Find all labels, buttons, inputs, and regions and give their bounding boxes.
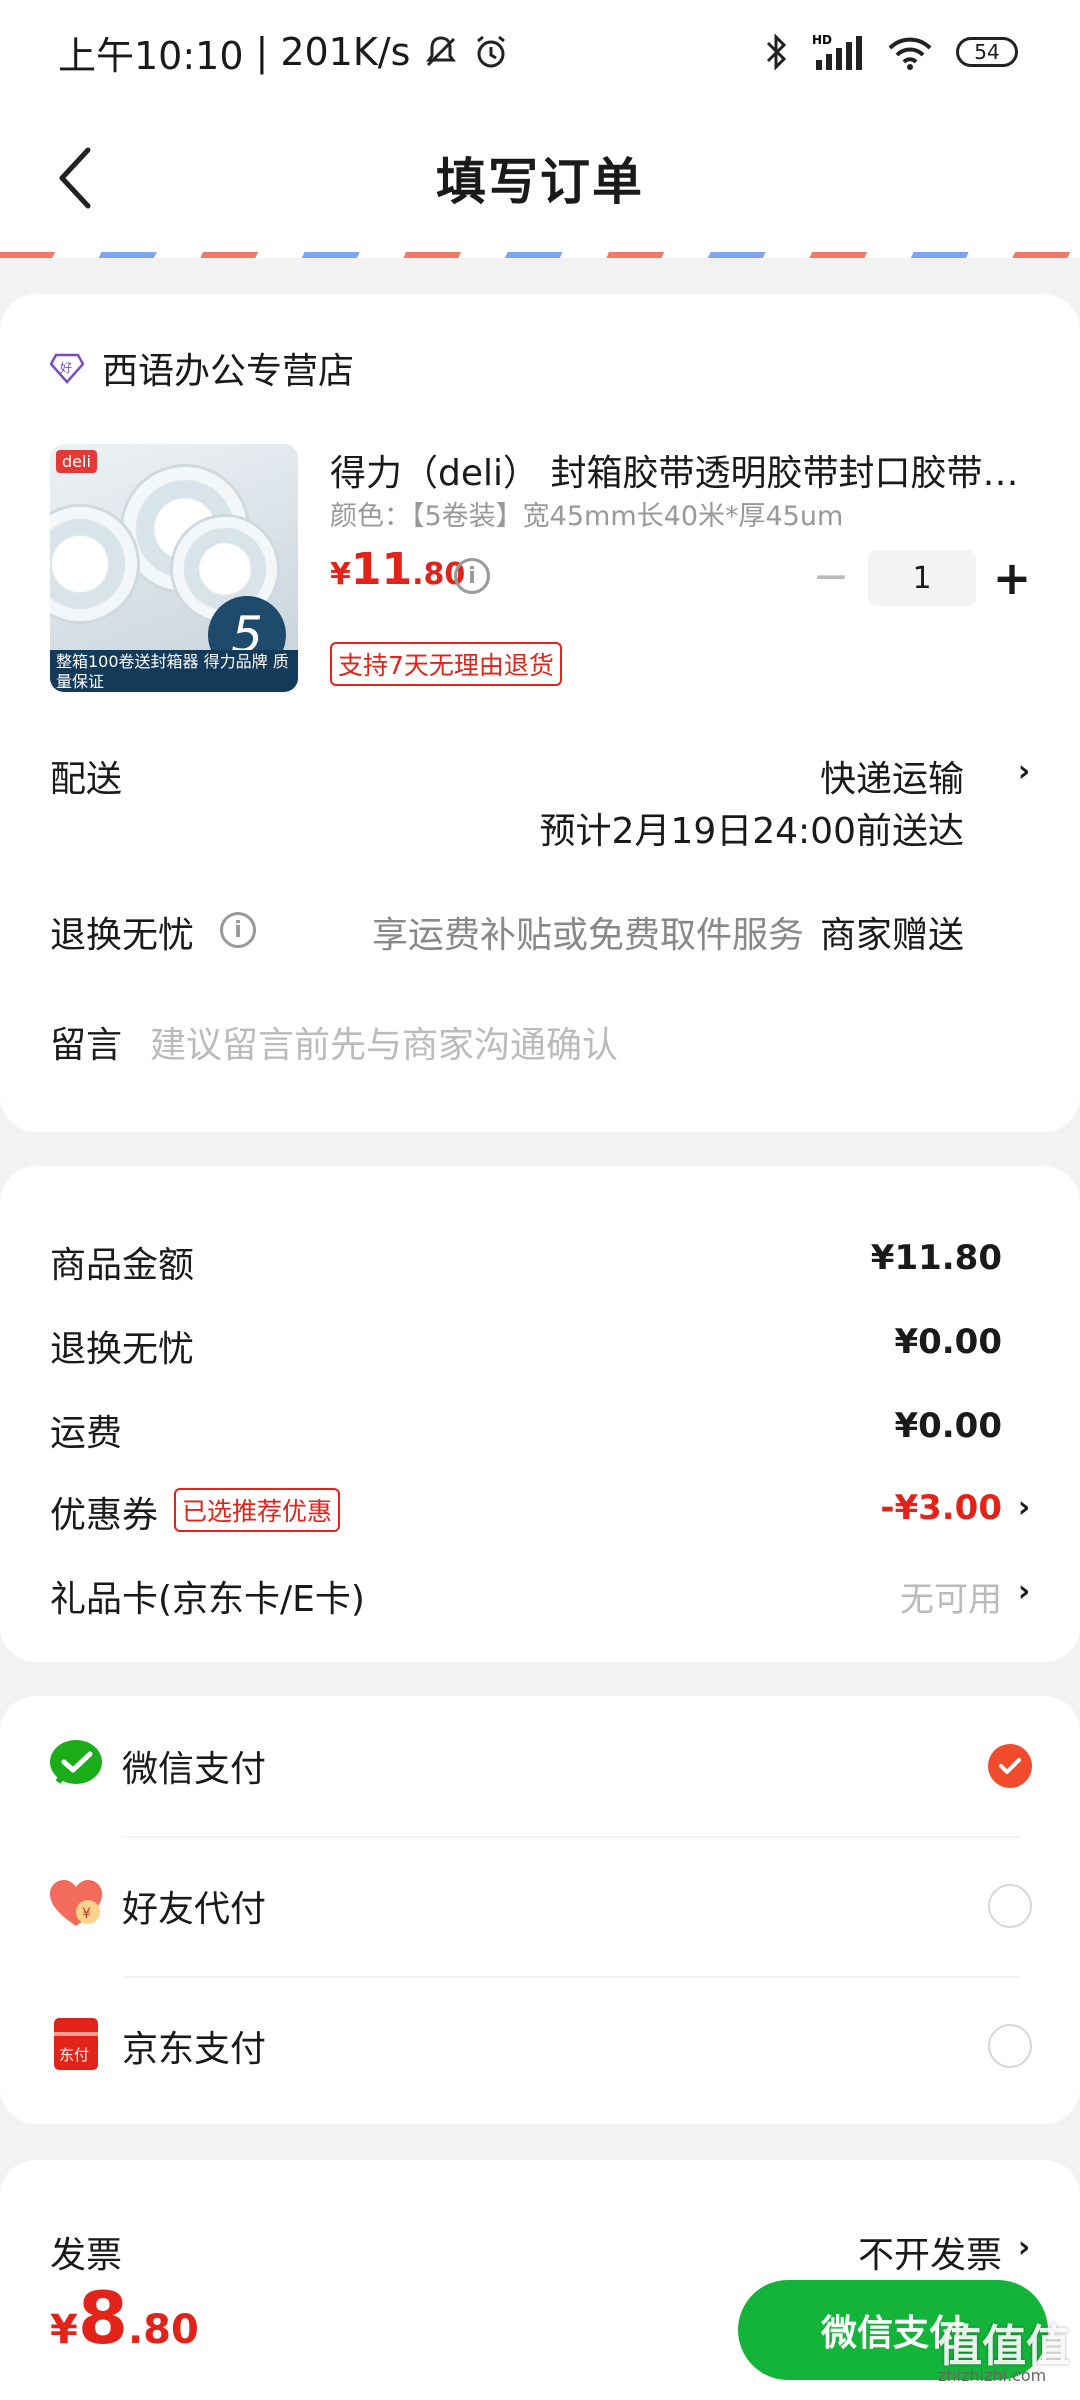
svg-text:东付: 东付 <box>59 2046 89 2064</box>
payment-option-jd[interactable]: 东付 京东支付 <box>0 1976 1080 2112</box>
coupon-tag: 已选推荐优惠 <box>174 1488 341 1532</box>
payment-option-friend[interactable]: ¥ 好友代付 <box>0 1836 1080 1972</box>
price-summary-card: 商品金额 ¥11.80 退换无忧 ¥0.00 运费 ¥0.00 优惠券 已选推荐… <box>0 1166 1080 1662</box>
price-symbol: ¥ <box>330 557 351 592</box>
signal-icon: HD <box>812 33 862 70</box>
wechat-pay-icon <box>50 1740 102 1784</box>
delivery-method[interactable]: 快递运输 <box>820 750 964 802</box>
delivery-chevron-icon[interactable]: › <box>1016 754 1032 789</box>
page-title: 填写订单 <box>436 153 644 211</box>
svg-text:HD: HD <box>812 33 832 47</box>
return-policy-badge: 支持7天无理由退货 <box>330 642 562 686</box>
thumb-brand-logo: deli <box>56 450 97 473</box>
store-diamond-icon: 好 <box>50 353 84 384</box>
summary-worry-free-label: 退换无忧 <box>50 1329 195 1370</box>
radio-unselected[interactable] <box>988 2024 1032 2068</box>
wifi-icon <box>888 37 932 70</box>
payment-label-wechat: 微信支付 <box>122 1749 267 1790</box>
summary-worry-free-value: ¥0.00 <box>894 1322 1002 1362</box>
checkmark-icon <box>999 1758 1021 1774</box>
worry-free-value: 商家赠送 <box>819 915 964 956</box>
quantity-input[interactable]: 1 <box>868 550 976 606</box>
summary-goods-label: 商品金额 <box>50 1245 195 1286</box>
payment-option-wechat[interactable]: 微信支付 <box>0 1696 1080 1832</box>
delivery-label: 配送 <box>50 759 123 800</box>
worry-free-label: 退换无忧 <box>50 915 195 956</box>
worry-free-info-icon[interactable]: i <box>220 912 256 948</box>
product-price: ¥11.80 <box>330 544 465 595</box>
svg-text:¥: ¥ <box>82 1906 91 1922</box>
product-spec: 颜色：【5卷装】宽45mm长40米*厚45um <box>330 501 844 532</box>
site-watermark-url: zhizhizhi.com <box>938 2366 1047 2385</box>
summary-shipping-value: ¥0.00 <box>894 1406 1002 1446</box>
gift-card-chevron-icon[interactable]: › <box>1016 1574 1032 1609</box>
battery-indicator: 54 <box>956 37 1018 67</box>
site-watermark: 值值值 <box>938 2321 1070 2372</box>
friend-pay-heart-icon: ¥ <box>50 1880 102 1926</box>
thumb-promo-strip: 整箱100卷送封箱器 得力品牌 质量保证 <box>50 650 298 692</box>
invoice-label: 发票 <box>50 2235 123 2276</box>
product-name[interactable]: 得力（deli） 封箱胶带透明胶带封口胶带… <box>330 444 1030 496</box>
product-thumbnail[interactable]: deli 5 整箱100卷送封箱器 得力品牌 质量保证 <box>50 444 298 692</box>
coupon-label: 优惠券 <box>50 1495 159 1536</box>
total-decimal: .80 <box>127 2307 199 2353</box>
radio-selected[interactable] <box>988 1744 1032 1788</box>
invoice-value[interactable]: 不开发票 <box>858 2226 1002 2278</box>
summary-shipping-label: 运费 <box>50 1413 123 1454</box>
status-right: HD 54 <box>764 32 1018 72</box>
price-integer: 11 <box>350 544 413 595</box>
total-price: ¥8.80 <box>50 2276 199 2360</box>
total-symbol: ¥ <box>50 2307 78 2353</box>
page-header: 填写订单 <box>0 104 1080 252</box>
status-left: 上午10:10 | 201K/s <box>58 25 510 80</box>
order-detail-card: 好 西语办公专营店 deli 5 整箱100卷送封箱器 得力品牌 质量保证 得力… <box>0 294 1080 1132</box>
store-name: 西语办公专营店 <box>102 351 355 392</box>
gift-card-value[interactable]: 无可用 <box>900 1572 1002 1621</box>
total-integer: 8 <box>77 2276 128 2360</box>
status-speed: 201K/s <box>280 30 411 74</box>
mute-bell-icon <box>426 36 457 67</box>
coupon-chevron-icon[interactable]: › <box>1016 1490 1032 1525</box>
status-separator: | <box>255 30 269 74</box>
payment-label-jd: 京东支付 <box>122 2029 267 2070</box>
message-input[interactable]: 建议留言前先与商家沟通确认 <box>150 1016 618 1068</box>
payment-methods-card: 微信支付 ¥ 好友代付 东付 京东支付 <box>0 1696 1080 2124</box>
battery-level: 54 <box>974 40 1000 64</box>
coupon-value[interactable]: -¥3.00 <box>880 1488 1002 1528</box>
svg-text:好: 好 <box>60 361 72 375</box>
quantity-increase-button[interactable]: + <box>990 551 1034 605</box>
message-label: 留言 <box>50 1025 123 1066</box>
alarm-icon <box>477 35 506 68</box>
airmail-border <box>0 252 1080 258</box>
payment-label-friend: 好友代付 <box>122 1889 267 1930</box>
invoice-chevron-icon[interactable]: › <box>1016 2230 1032 2265</box>
gift-card-label: 礼品卡(京东卡/E卡) <box>50 1579 365 1620</box>
bluetooth-icon <box>766 33 787 71</box>
delivery-eta: 预计2月19日24:00前送达 <box>539 811 964 852</box>
worry-free-desc: 享运费补贴或免费取件服务 <box>372 915 805 956</box>
summary-goods-value: ¥11.80 <box>870 1238 1002 1278</box>
status-time: 上午10:10 <box>58 33 244 78</box>
jd-pay-icon: 东付 <box>54 2018 98 2070</box>
price-info-icon[interactable]: i <box>454 558 490 594</box>
store-header[interactable]: 好 西语办公专营店 <box>50 342 354 394</box>
radio-unselected[interactable] <box>988 1884 1032 1928</box>
quantity-decrease-button[interactable]: − <box>812 551 850 602</box>
status-bar: 上午10:10 | 201K/s HD 54 <box>0 0 1080 104</box>
